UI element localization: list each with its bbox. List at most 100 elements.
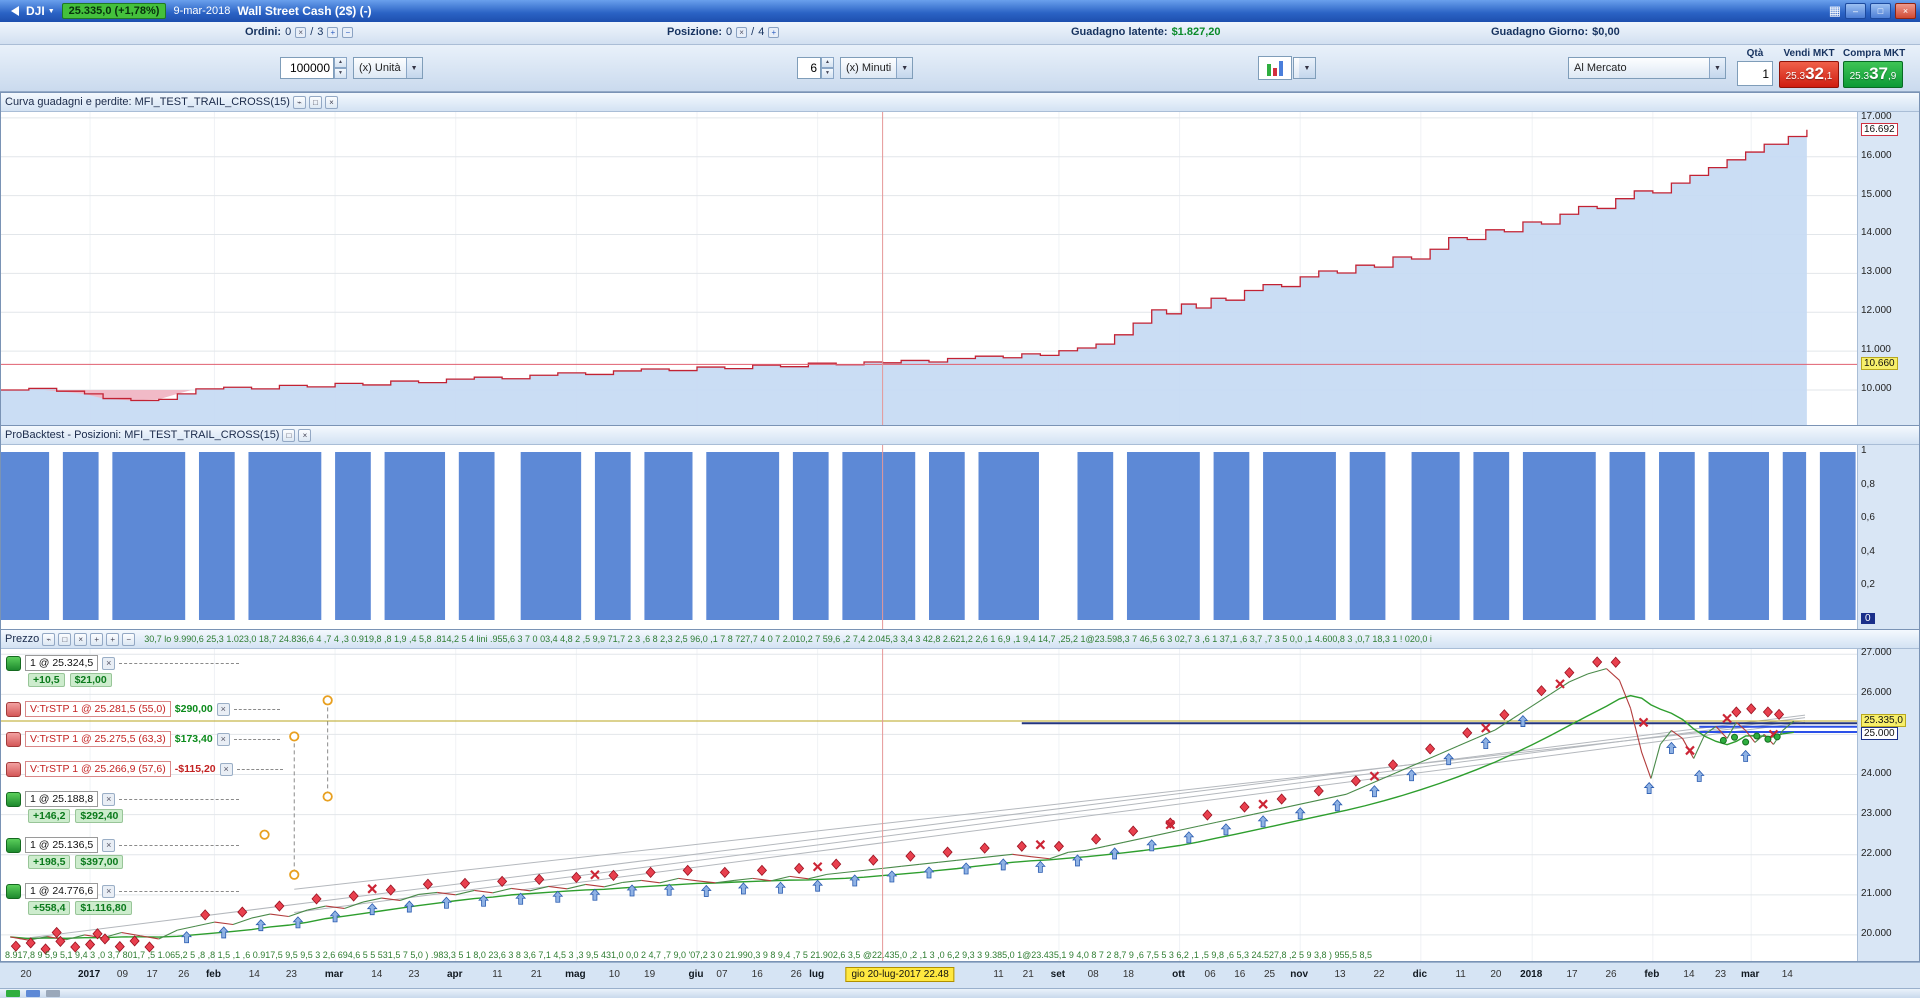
axis-tick-label: 10.660 bbox=[1861, 357, 1898, 371]
position-bar bbox=[842, 452, 916, 620]
time-axis-label: set bbox=[1050, 969, 1066, 980]
axis-tick-label: 0 bbox=[1861, 613, 1875, 624]
day-gain-label: Guadagno Giorno: bbox=[1491, 26, 1589, 38]
close-position-icon[interactable]: × bbox=[102, 792, 116, 806]
axis-tick-label: 12.000 bbox=[1861, 305, 1892, 317]
buy-marker-arrow bbox=[181, 931, 192, 944]
list-app-icon[interactable] bbox=[26, 990, 40, 997]
sell-marker-diamond bbox=[237, 906, 248, 918]
orders-search-icon[interactable]: + bbox=[327, 26, 339, 38]
buy-mkt-label: Compra MKT bbox=[1843, 48, 1906, 59]
sell-price-post: ,1 bbox=[1824, 71, 1833, 82]
position-separator: / bbox=[751, 26, 755, 38]
price-panel: Prezzo ⌁ □ × + + − 30,7 lo 9.990,6 25,3 … bbox=[0, 629, 1920, 962]
trailing-stop-chip[interactable]: V:TrSTP 1 @ 25.266,9 (57,6) -$115,20 × bbox=[6, 761, 283, 777]
close-panel-icon[interactable]: × bbox=[74, 632, 88, 646]
positions-panel-title: ProBacktest - Posizioni: MFI_TEST_TRAIL_… bbox=[5, 429, 280, 441]
close-position-icon[interactable]: × bbox=[736, 26, 748, 38]
close-panel-icon[interactable]: × bbox=[298, 428, 312, 442]
orders-label: Ordini: bbox=[245, 26, 282, 38]
orders-list-icon[interactable]: − bbox=[342, 26, 354, 38]
maximize-button[interactable]: □ bbox=[1870, 3, 1891, 19]
equity-chart[interactable] bbox=[1, 112, 1857, 425]
wrench-icon[interactable]: ⌁ bbox=[292, 95, 306, 109]
axis-tick-label: 0,6 bbox=[1861, 512, 1875, 524]
tool-app-icon[interactable] bbox=[46, 990, 60, 997]
layout-grid-icon[interactable]: ▦ bbox=[1829, 3, 1841, 19]
trailing-stop-chip[interactable]: V:TrSTP 1 @ 25.281,5 (55,0) $290,00 × bbox=[6, 701, 280, 717]
sell-market-button[interactable]: 25.3 32,1 bbox=[1779, 61, 1839, 88]
position-icon bbox=[6, 761, 21, 777]
timeframe-input[interactable] bbox=[797, 57, 821, 79]
close-position-icon[interactable]: × bbox=[102, 838, 116, 852]
chart-app-icon[interactable] bbox=[6, 990, 20, 997]
positions-panel-header[interactable]: ProBacktest - Posizioni: MFI_TEST_TRAIL_… bbox=[1, 426, 1919, 445]
zoom-in-icon[interactable]: + bbox=[106, 632, 120, 646]
restore-window-icon[interactable]: □ bbox=[282, 428, 296, 442]
trailing-stop-chip[interactable]: V:TrSTP 1 @ 25.275,5 (63,3) $173,40 × bbox=[6, 731, 280, 747]
close-position-icon[interactable]: × bbox=[216, 732, 230, 746]
cancel-orders-icon[interactable]: × bbox=[295, 26, 307, 38]
wrench-icon[interactable]: ⌁ bbox=[42, 632, 56, 646]
sell-marker-diamond bbox=[868, 854, 879, 866]
price-line-segment bbox=[1439, 745, 1459, 755]
annotation-handle bbox=[259, 829, 270, 840]
equity-y-axis: 17.000 16.000 15.000 14.000 13.000 12.000 11.0… bbox=[1857, 111, 1919, 425]
orders-summary: Ordini: 0 × / 3 + − bbox=[245, 26, 354, 38]
close-button[interactable]: × bbox=[1895, 3, 1916, 19]
position-icon bbox=[6, 731, 21, 747]
price-line-segment bbox=[1587, 668, 1607, 675]
time-axis-label: 14 bbox=[1781, 969, 1793, 980]
latent-gain: Guadagno latente: $1.827,20 bbox=[1071, 26, 1221, 38]
open-position-chip[interactable]: 1 @ 25.188,8 × bbox=[6, 791, 240, 807]
time-axis-label: 21 bbox=[1022, 969, 1034, 980]
positions-chart[interactable] bbox=[1, 445, 1857, 629]
open-position-chip[interactable]: 1 @ 25.324,5 × bbox=[6, 655, 240, 671]
position-search-icon[interactable]: + bbox=[768, 26, 780, 38]
price-line-segment bbox=[288, 909, 308, 918]
open-position-chip[interactable]: 1 @ 24.776,6 × bbox=[6, 883, 240, 899]
close-panel-icon[interactable]: × bbox=[324, 95, 338, 109]
buy-marker-arrow bbox=[1034, 860, 1046, 873]
quote-date: 9-mar-2018 bbox=[173, 5, 231, 17]
timeframe-unit-select[interactable]: (x) Minuti ▼ bbox=[840, 57, 914, 79]
restore-window-icon[interactable]: □ bbox=[58, 632, 72, 646]
trading-workspace: { "title_bar": { "instrument": "DJI", "p… bbox=[0, 0, 1920, 998]
close-position-icon[interactable]: × bbox=[216, 702, 230, 716]
instrument-selector[interactable]: DJI ▼ bbox=[26, 4, 55, 18]
timeframe-stepper[interactable]: ▲ ▼ bbox=[821, 57, 834, 79]
sell-marker-diamond bbox=[794, 862, 805, 874]
quantity-input[interactable] bbox=[280, 57, 334, 79]
price-line-segment bbox=[734, 877, 753, 881]
price-line-segment bbox=[678, 877, 698, 882]
chart-type-button[interactable] bbox=[1258, 56, 1292, 80]
buy-price-post: ,9 bbox=[1888, 71, 1897, 82]
add-indicator-icon[interactable]: + bbox=[90, 632, 104, 646]
position-bar bbox=[929, 452, 965, 620]
sell-marker-diamond bbox=[1053, 840, 1064, 852]
price-panel-title: Prezzo bbox=[5, 633, 40, 645]
time-axis-label: 17 bbox=[1566, 969, 1578, 980]
buy-market-button[interactable]: 25.3 37,9 bbox=[1843, 61, 1903, 88]
position-icon bbox=[6, 655, 21, 671]
audio-icon[interactable] bbox=[6, 6, 19, 16]
time-axis[interactable]: 20 2017 09 17 26 feb 14 23 mar 14 23 apr 11 21 mag 10 19… bbox=[0, 962, 1920, 988]
time-axis-label: 2018 bbox=[1520, 969, 1543, 980]
equity-panel-header[interactable]: Curva guadagni e perdite: MFI_TEST_TRAIL… bbox=[1, 93, 1919, 112]
price-panel-header[interactable]: Prezzo ⌁ □ × + + − 30,7 lo 9.990,6 25,3 … bbox=[1, 630, 1919, 649]
sell-marker-diamond bbox=[682, 864, 693, 876]
price-chart[interactable] bbox=[1, 649, 1857, 961]
quantity-unit-select[interactable]: (x) Unità ▼ bbox=[353, 57, 423, 79]
position-label: 1 @ 24.776,6 bbox=[25, 883, 99, 899]
open-position-chip[interactable]: 1 @ 25.136,5 × bbox=[6, 837, 240, 853]
restore-window-icon[interactable]: □ bbox=[308, 95, 322, 109]
close-position-icon[interactable]: × bbox=[102, 884, 116, 898]
quantity-stepper[interactable]: ▲ ▼ bbox=[334, 57, 347, 79]
close-position-icon[interactable]: × bbox=[102, 656, 116, 670]
chart-type-dropdown[interactable]: ▼ bbox=[1293, 57, 1316, 79]
close-position-icon[interactable]: × bbox=[219, 762, 233, 776]
order-qty-input[interactable] bbox=[1737, 61, 1773, 86]
zoom-out-icon[interactable]: − bbox=[122, 632, 136, 646]
order-type-select[interactable]: Al Mercato ▼ bbox=[1568, 57, 1726, 79]
minimize-button[interactable]: – bbox=[1845, 3, 1866, 19]
